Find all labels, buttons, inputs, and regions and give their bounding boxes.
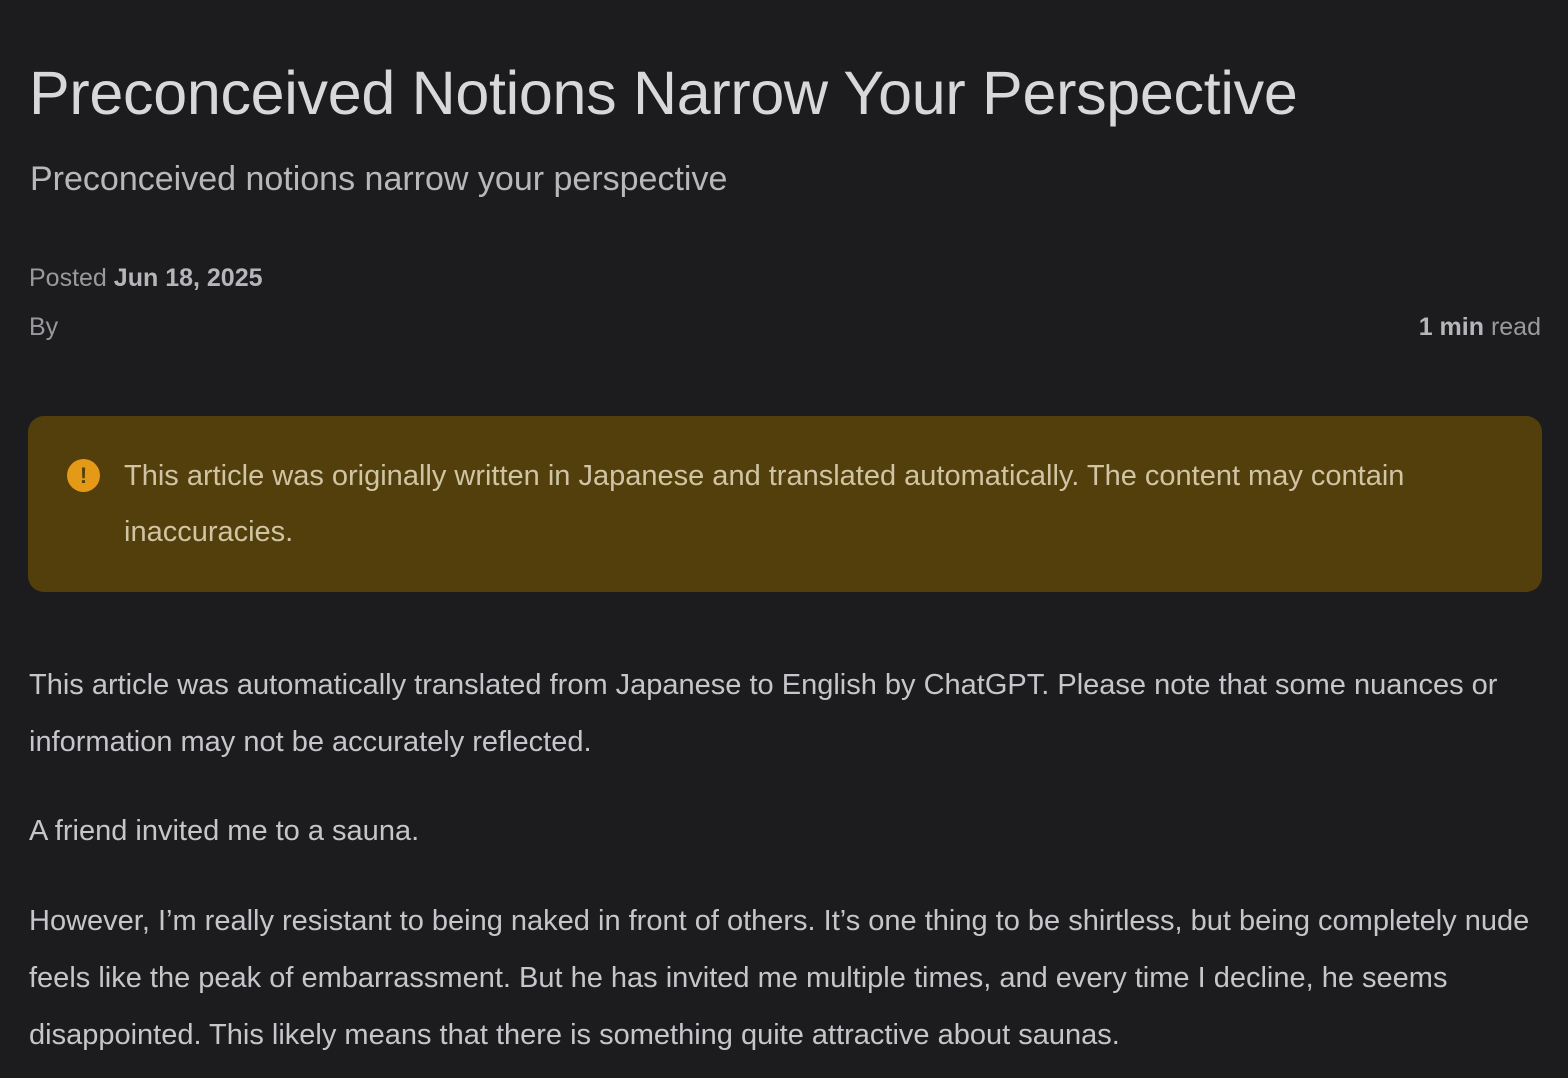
author-line: By <box>29 313 58 342</box>
paragraph: This article was automatically translate… <box>29 669 1498 758</box>
notice-text: This article was originally written in J… <box>124 460 1405 548</box>
read-time-value: 1 min <box>1418 313 1484 341</box>
page-title: Preconceived Notions Narrow Your Perspec… <box>29 59 1298 127</box>
by-label: By <box>29 313 59 341</box>
article-page: Preconceived Notions Narrow Your Perspec… <box>0 0 1568 1078</box>
page-subtitle: Preconceived notions narrow your perspec… <box>30 160 728 198</box>
paragraph: However, I’m really resistant to being n… <box>29 905 1530 1051</box>
posted-label: Posted <box>29 264 107 292</box>
post-date-line: Posted Jun 18, 2025 <box>29 264 263 293</box>
paragraph: A friend invited me to a sauna. <box>29 815 420 847</box>
read-time-label: read <box>1490 313 1541 341</box>
read-time: 1 min read <box>1419 313 1541 342</box>
exclamation-circle-icon: ! <box>67 459 100 492</box>
posted-date: Jun 18, 2025 <box>113 264 263 292</box>
